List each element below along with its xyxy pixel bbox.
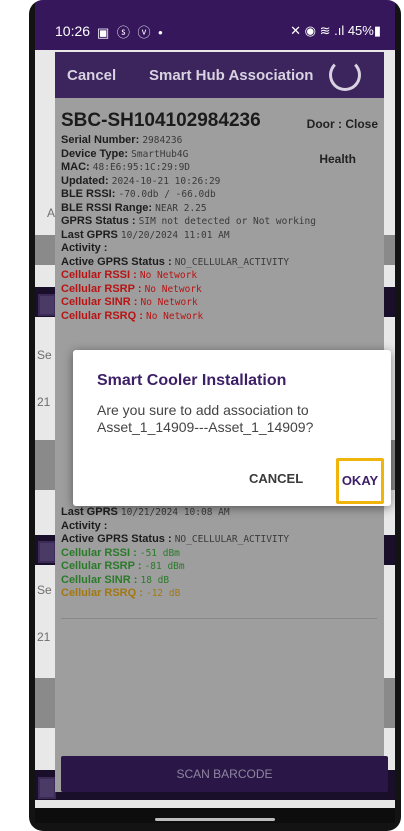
detail-label: Cellular RSRQ :: [61, 309, 143, 322]
background-card-icon: [38, 777, 56, 799]
home-indicator[interactable]: [155, 818, 275, 821]
detail-value: 48:E6:95:1C:29:9D: [92, 162, 191, 173]
detail-label: Cellular SINR :: [61, 573, 138, 586]
detail-label: Cellular RSRQ :: [61, 587, 143, 599]
detail-label: Updated:: [61, 174, 109, 187]
detail-label: Cellular RSRP :: [61, 282, 142, 295]
detail-label: MAC:: [61, 161, 90, 173]
detail-value: NO_CELLULAR_ACTIVITY: [174, 256, 290, 268]
detail-value: No Network: [139, 270, 198, 281]
detail-label: Last GPRS: [61, 506, 118, 518]
detail-value: No Network: [144, 283, 202, 295]
dialog-message: Are you sure to add association to Asset…: [97, 402, 314, 435]
detail-value: -12 dB: [145, 588, 181, 599]
detail-row: Last GPRS 10/21/2024 10:08 AM: [61, 506, 230, 519]
detail-value: 10/20/2024 11:01 AM: [120, 229, 230, 241]
detail-value: SIM not detected or Not working: [138, 216, 316, 227]
detail-label: Activity :: [61, 242, 108, 254]
system-status-icons: ✕ ◉ ≋ .ıl 45%▮: [290, 23, 381, 38]
detail-row: MAC: 48:E6:95:1C:29:9D: [61, 161, 190, 174]
detail-row: Cellular RSSI : -51 dBm: [61, 547, 180, 560]
detail-value: -81 dBm: [144, 561, 185, 572]
background-text-se: Se: [37, 583, 52, 597]
detail-row: Cellular RSRP : No Network: [61, 283, 202, 296]
detail-row: BLE RSSI Range: NEAR 2.25: [61, 202, 207, 215]
dialog-title: Smart Cooler Installation: [97, 372, 287, 389]
detail-value: 18 dB: [140, 574, 170, 586]
detail-row: Cellular RSSI : No Network: [61, 269, 197, 282]
detail-row: Cellular SINR : 18 dB: [61, 574, 169, 587]
notification-icons: ▣ ⓢ ⓥ •: [97, 25, 165, 40]
detail-row: Active GPRS Status : NO_CELLULAR_ACTIVIT…: [61, 533, 289, 546]
detail-label: GPRS Status :: [61, 215, 136, 227]
sheet-title: Smart Hub Association: [149, 67, 314, 84]
loading-spinner-icon: [329, 59, 361, 91]
detail-row: BLE RSSI: -70.0db / -66.0db: [61, 188, 216, 201]
status-time: 10:26: [55, 23, 91, 39]
background-text-a: A: [47, 206, 56, 220]
detail-row: Serial Number: 2984236: [61, 134, 182, 147]
dialog-okay-button[interactable]: OKAY: [336, 458, 384, 504]
detail-row: Cellular RSRQ : No Network: [61, 310, 203, 323]
dialog-cancel-button[interactable]: CANCEL: [249, 471, 303, 486]
background-text-21: 21: [37, 630, 51, 644]
detail-value: 2984236: [142, 135, 183, 146]
detail-label: Device Type:: [61, 147, 129, 160]
detail-label: Cellular RSSI :: [61, 269, 137, 281]
detail-value: SmartHub4G: [131, 148, 189, 160]
confirm-dialog: Smart Cooler Installation Are you sure t…: [73, 350, 391, 506]
cancel-link[interactable]: Cancel: [67, 67, 116, 84]
detail-row: Activity :: [61, 242, 107, 255]
detail-label: Active GPRS Status :: [61, 533, 172, 545]
detail-row: Cellular SINR : No Network: [61, 296, 198, 309]
detail-row: Updated: 2024-10-21 10:26:29: [61, 175, 220, 188]
divider: [61, 617, 377, 619]
health-label: Health: [319, 152, 356, 166]
detail-row: Activity :: [61, 520, 107, 533]
detail-label: BLE RSSI:: [61, 188, 116, 200]
background-card-icon: [38, 541, 56, 563]
detail-label: Cellular RSSI :: [61, 546, 137, 559]
detail-label: Active GPRS Status :: [61, 255, 172, 268]
detail-label: Last GPRS: [61, 228, 118, 241]
detail-label: Serial Number:: [61, 134, 140, 146]
scan-barcode-button[interactable]: SCAN BARCODE: [61, 756, 388, 792]
detail-row: Cellular RSRP : -81 dBm: [61, 560, 185, 573]
detail-row: Device Type: SmartHub4G: [61, 148, 188, 161]
background-text-21: 21: [37, 395, 51, 409]
detail-row: Cellular RSRQ : -12 dB: [61, 587, 180, 600]
detail-label: Cellular SINR :: [61, 296, 138, 308]
detail-value: 10/21/2024 10:08 AM: [120, 507, 230, 518]
detail-value: No Network: [140, 297, 198, 308]
detail-value: No Network: [145, 310, 204, 322]
detail-label: Cellular RSRP :: [61, 560, 142, 572]
device-id: SBC-SH104102984236: [61, 110, 261, 131]
phone-frame: 10:26 ▣ ⓢ ⓥ • ✕ ◉ ≋ .ıl 45%▮ A Se 21 Se …: [29, 0, 401, 831]
status-bar: 10:26 ▣ ⓢ ⓥ • ✕ ◉ ≋ .ıl 45%▮: [35, 0, 395, 50]
background-card-icon: [38, 294, 56, 316]
detail-value: 2024-10-21 10:26:29: [111, 175, 221, 187]
detail-value: -70.0db / -66.0db: [118, 189, 216, 200]
detail-label: Activity :: [61, 519, 108, 532]
detail-value: -51 dBm: [139, 547, 180, 559]
background-text-se: Se: [37, 348, 52, 362]
detail-row: Active GPRS Status : NO_CELLULAR_ACTIVIT…: [61, 256, 289, 269]
door-status: Door : Close: [306, 117, 378, 131]
detail-row: GPRS Status : SIM not detected or Not wo…: [61, 215, 316, 228]
detail-value: NO_CELLULAR_ACTIVITY: [174, 534, 290, 545]
detail-row: Last GPRS 10/20/2024 11:01 AM: [61, 229, 230, 242]
sheet-header: Cancel Smart Hub Association: [55, 52, 384, 98]
screen: 10:26 ▣ ⓢ ⓥ • ✕ ◉ ≋ .ıl 45%▮ A Se 21 Se …: [35, 0, 395, 823]
detail-label: BLE RSSI Range:: [61, 201, 153, 214]
detail-value: NEAR 2.25: [155, 202, 207, 214]
